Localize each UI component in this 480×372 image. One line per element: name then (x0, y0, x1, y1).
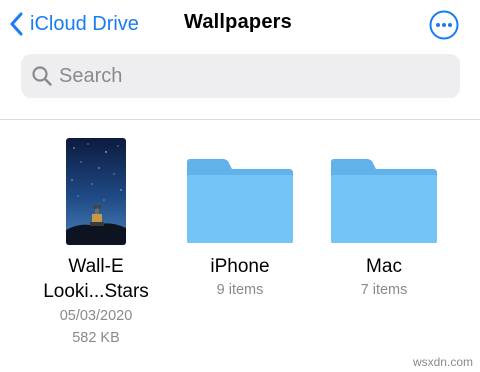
file-item-wall-e[interactable]: Wall-E Looki...Stars 05/03/2020 582 KB (36, 254, 156, 349)
folder-name: Mac (366, 256, 402, 277)
wallpaper-thumbnail[interactable] (66, 138, 126, 245)
page-title: Wallpapers (184, 11, 292, 33)
back-button-label: iCloud Drive (30, 12, 139, 35)
wallpaper-image (66, 138, 126, 245)
more-options-button[interactable] (429, 10, 459, 40)
folder-name: iPhone (210, 256, 270, 277)
search-input[interactable] (59, 64, 439, 88)
search-bar[interactable] (21, 54, 460, 98)
ellipsis-circle-icon (429, 10, 459, 40)
folder-item-count: 7 items (360, 282, 408, 298)
watermark: wsxdn.com (412, 355, 473, 369)
navigation-bar: iCloud Drive Wallpapers (0, 0, 480, 48)
folder-item-count: 9 items (216, 282, 264, 298)
file-name-line1: Wall-E (68, 256, 124, 277)
file-size: 582 KB (72, 330, 120, 346)
search-icon (32, 66, 52, 86)
file-name-line2: Looki...Stars (43, 281, 149, 302)
folder-icon[interactable] (185, 157, 295, 245)
folder-item-mac[interactable]: Mac 7 items (324, 254, 444, 301)
chevron-left-icon (10, 12, 23, 36)
folder-item-iphone[interactable]: iPhone 9 items (180, 254, 300, 301)
file-date: 05/03/2020 (59, 308, 133, 324)
back-button[interactable]: iCloud Drive (10, 9, 139, 39)
folder-icon[interactable] (329, 157, 439, 245)
divider (0, 119, 480, 120)
